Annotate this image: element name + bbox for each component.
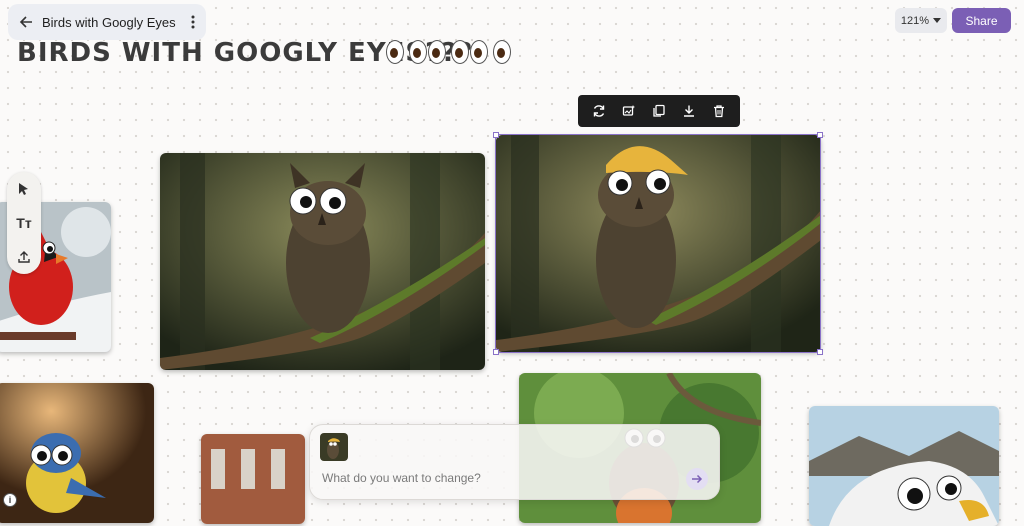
image-action-toolbar [578,95,740,127]
edit-prompt-box [309,424,720,500]
left-toolbar: Tт [7,172,41,274]
caret-down-icon [933,18,942,23]
zoom-level: 121% [900,14,930,27]
building-image-card[interactable] [201,434,305,524]
select-cursor-icon[interactable] [10,175,38,203]
blue-tit-image-card[interactable] [0,383,154,523]
more-options-icon[interactable] [180,4,206,40]
selected-image-thumbnail [320,433,348,461]
zoom-dropdown[interactable]: 121% [895,8,947,33]
document-title[interactable]: Birds with Googly Eyes [42,15,180,30]
upload-icon[interactable] [10,243,38,271]
document-title-bar: Birds with Googly Eyes [8,4,206,40]
owl-image-card[interactable] [160,153,485,370]
owl-with-hat-image-card[interactable] [496,135,821,352]
delete-icon[interactable] [707,99,731,123]
send-arrow-icon[interactable] [686,468,708,490]
text-tool-icon[interactable]: Tт [10,209,38,237]
download-icon[interactable] [677,99,701,123]
blue-tit-image [0,383,154,523]
eyes-emoji-icon [428,40,469,64]
eyes-emoji-icon [470,40,511,64]
eagle-image [809,406,999,526]
building-image [201,434,305,524]
edit-prompt-input[interactable] [320,470,674,486]
owl-googly-eyes-image [160,153,485,370]
info-icon[interactable]: i [3,493,17,507]
eyes-emoji-icon [386,40,427,64]
duplicate-icon[interactable] [647,99,671,123]
back-arrow-icon[interactable] [10,4,42,40]
regenerate-icon[interactable] [587,99,611,123]
owl-with-hat-image [496,135,821,352]
eagle-image-card[interactable] [809,406,999,526]
edit-image-icon[interactable] [617,99,641,123]
share-button[interactable]: Share [952,8,1011,33]
text-tool-label: Tт [16,215,32,231]
